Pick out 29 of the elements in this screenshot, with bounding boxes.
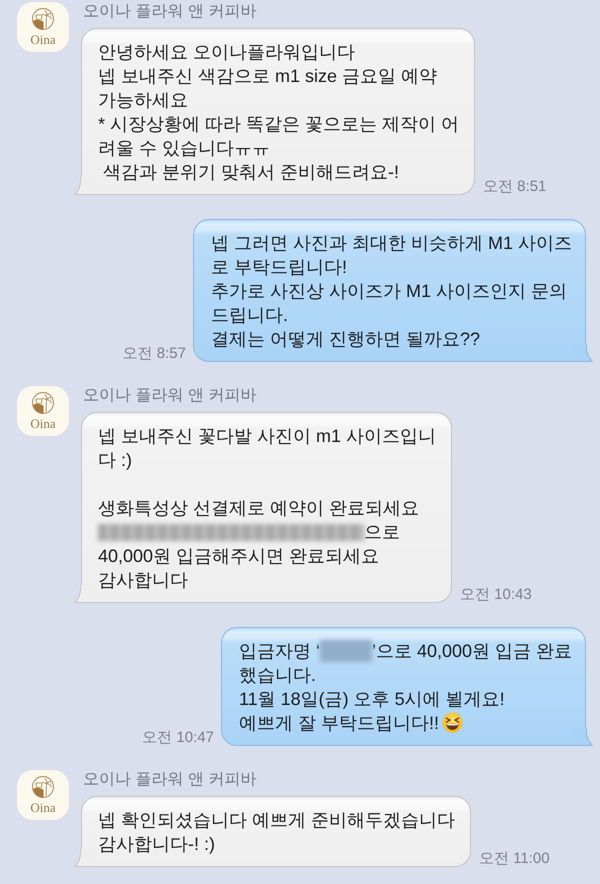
message-text: 으로: [364, 522, 400, 542]
laughing-face-icon: [442, 712, 463, 733]
message-text: ’으로 40,000원 입금 완료: [372, 641, 572, 661]
message-time: 오전 11:00: [479, 851, 550, 867]
message-text: 했습니다. 11월 18일(금) 오후 5시에 뵐게요!: [238, 665, 505, 709]
sender-name: 오이나 플라워 앤 커피바: [83, 770, 256, 790]
emblem-icon: [31, 7, 55, 31]
sender-name: 오이나 플라워 앤 커피바: [83, 2, 256, 22]
logo-text: Oina: [30, 33, 56, 47]
emblem-icon: [31, 775, 55, 799]
message-time: 오전 8:51: [483, 179, 546, 195]
logo-text: Oina: [30, 801, 56, 815]
blurred-text: [320, 640, 372, 662]
logo-text: Oina: [30, 417, 56, 431]
avatar[interactable]: Oina: [17, 770, 69, 820]
message-text: 넵 확인되셨습니다 예쁘게 준비해두겠습니다 감사합니다-! :): [98, 810, 456, 854]
message-text: 입금자명 ‘: [238, 641, 320, 661]
emblem-icon: [31, 391, 55, 415]
avatar[interactable]: Oina: [17, 386, 69, 436]
message-text: 넵 보내주신 꽃다발 사진이 m1 사이즈입니 다 :) 생화특성상 선결제로 예약이 완료되세요: [98, 426, 436, 518]
sender-name: 오이나 플라워 앤 커피바: [83, 386, 256, 406]
message-time: 오전 10:47: [142, 730, 214, 746]
message-text: 40,000원 입금해주시면 완료되세요 감사합니다: [98, 546, 380, 590]
message-text: 넵 그러면 사진과 최대한 비슷하게 M1 사이즈 로 부탁드립니다! 추가로 사진상 사이즈가 M1 사이즈인지 문의 드립니다. 결제는 어떻게 진행하면 될까요??: [210, 233, 572, 349]
message-text: 안녕하세요 오이나플라워입니다 넵 보내주신 색감으로 m1 size 금요일 예약 가능하세요 * 시장상황에 따라 똑같은 꽃으로는 제작이 어 려울 수 있습니다ㅠㅠ 색감과 분위기 맞춰서 준비해드려요-!: [98, 42, 460, 182]
message-time: 오전 10:43: [460, 587, 532, 603]
message-time: 오전 8:57: [122, 346, 186, 362]
avatar[interactable]: Oina: [17, 2, 69, 52]
message-text: 예쁘게 잘 부탁드립니다!!: [238, 713, 439, 733]
